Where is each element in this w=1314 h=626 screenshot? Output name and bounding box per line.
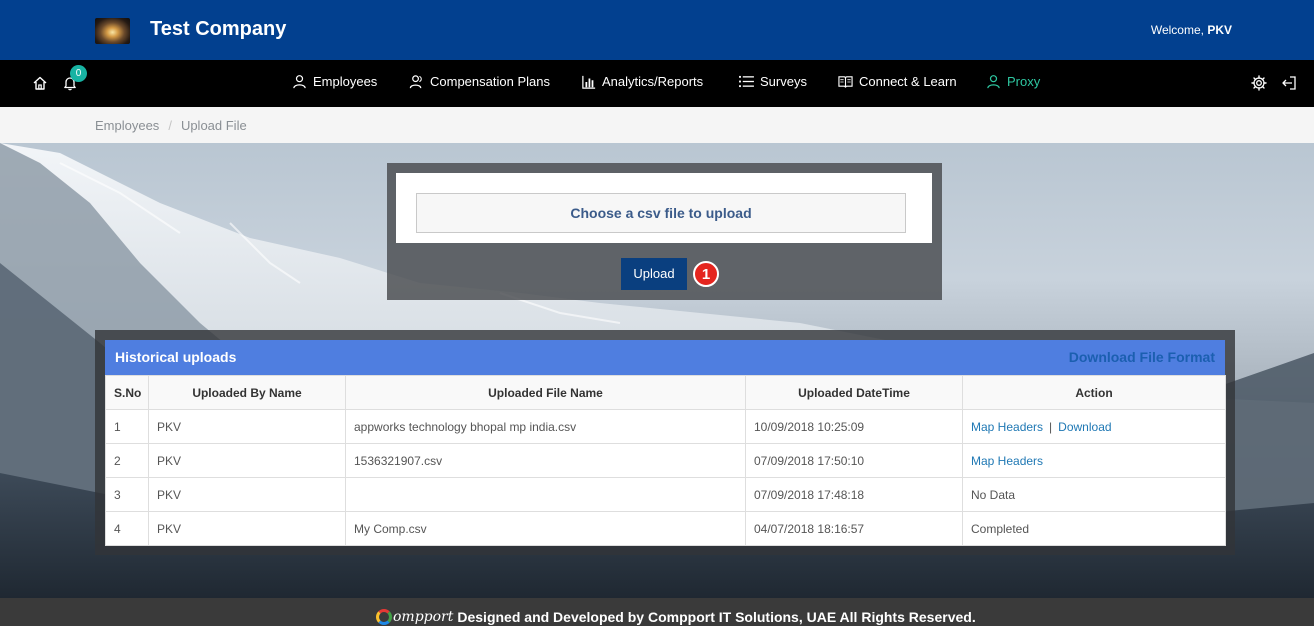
step-badge: 1 [693,261,719,287]
uploads-table: S.No Uploaded By Name Uploaded File Name… [105,375,1226,546]
cell-uploaded-by: PKV [148,409,346,444]
company-name: Test Company [150,18,287,40]
download-file-format-link[interactable]: Download File Format [1069,349,1215,365]
main-navbar: Employees Compensation Plans Analytics/R… [0,60,1314,107]
cell-uploaded-by: PKV [148,443,346,478]
cell-uploaded-by: PKV [148,477,346,512]
table-row: 3 PKV 07/09/2018 17:48:18 No Data [105,477,1226,512]
welcome-prefix: Welcome, [1150,23,1204,37]
cell-uploaded-by: PKV [148,511,346,546]
notification-badge: 0 [70,65,87,82]
nav-analytics-reports-label: Analytics/Reports [602,74,704,89]
historical-uploads-title: Historical uploads [115,349,237,365]
cell-sno: 1 [105,409,149,444]
user-name[interactable]: PKV [1207,23,1232,37]
column-header: Uploaded File Name [345,375,746,410]
action-separator: | [1049,419,1053,434]
upload-inner: Choose a csv file to upload [396,173,932,243]
cell-sno: 2 [105,443,149,478]
cell-file-name: appworks technology bhopal mp india.csv [345,409,746,444]
home-icon[interactable] [30,73,50,93]
historical-uploads-panel: Historical uploads Download File Format … [95,330,1235,555]
map-headers-link[interactable]: Map Headers [971,420,1043,434]
breadcrumb-employees[interactable]: Employees [95,118,159,133]
breadcrumb: Employees / Upload File [95,118,247,133]
cell-datetime: 04/07/2018 18:16:57 [745,511,963,546]
nav-compensation-plans-label: Compensation Plans [430,74,550,89]
footer: ompport Designed and Developed by Comppo… [0,598,1314,626]
cell-datetime: 07/09/2018 17:50:10 [745,443,963,478]
upload-panel: Choose a csv file to upload Upload 1 [387,163,942,300]
cell-file-name: 1536321907.csv [345,443,746,478]
cell-datetime: 07/09/2018 17:48:18 [745,477,963,512]
csv-file-input[interactable]: Choose a csv file to upload [416,193,906,233]
cell-status: Completed [962,511,1226,546]
breadcrumb-bar: Employees / Upload File [0,107,1314,143]
column-header: S.No [105,375,149,410]
users-icon [409,75,422,89]
nav-proxy-label: Proxy [1007,74,1041,89]
nav-employees-label: Employees [313,74,378,89]
compport-logo-text: ompport [393,609,454,625]
cell-file-name: My Comp.csv [345,511,746,546]
upload-button[interactable]: Upload [621,258,687,290]
user-icon [293,75,306,89]
nav-connect-learn[interactable]: Connect & Learn [838,74,957,89]
welcome-text: Welcome, PKV [1151,23,1232,37]
historical-uploads-header: Historical uploads Download File Format [105,340,1225,375]
bar-chart-icon [582,75,596,89]
nav-surveys-label: Surveys [760,74,807,89]
cell-sno: 4 [105,511,149,546]
footer-text: ompport Designed and Developed by Comppo… [376,609,976,625]
table-row: 1 PKV appworks technology bhopal mp indi… [105,409,1226,444]
breadcrumb-separator: / [168,118,172,133]
nav-employees[interactable]: Employees [292,74,377,89]
table-header-row: S.No Uploaded By Name Uploaded File Name… [105,375,1226,410]
cell-datetime: 10/09/2018 10:25:09 [745,409,963,444]
user-icon [987,75,1000,89]
breadcrumb-upload-file: Upload File [180,118,247,133]
map-headers-link[interactable]: Map Headers [971,454,1043,468]
nav-analytics-reports[interactable]: Analytics/Reports [582,74,703,89]
nav-surveys[interactable]: Surveys [739,74,807,89]
cell-status: No Data [962,477,1226,512]
top-header: Test Company Welcome, PKV [0,0,1314,60]
download-link[interactable]: Download [1058,420,1111,434]
column-header: Action [962,375,1226,410]
cell-action: Map Headers [962,443,1226,478]
cell-file-name [345,477,746,512]
company-logo[interactable] [95,18,130,44]
logout-icon[interactable] [1279,73,1299,93]
list-icon [739,75,754,88]
compport-logo-mark [376,609,392,625]
table-row: 2 PKV 1536321907.csv 07/09/2018 17:50:10… [105,443,1226,478]
column-header: Uploaded DateTime [745,375,963,410]
cell-action: Map Headers | Download [962,409,1226,444]
table-row: 4 PKV My Comp.csv 04/07/2018 18:16:57 Co… [105,511,1226,546]
nav-proxy[interactable]: Proxy [986,74,1040,89]
compport-logo: ompport [376,609,453,625]
cell-sno: 3 [105,477,149,512]
footer-copyright: Designed and Developed by Compport IT So… [457,609,976,625]
gear-icon[interactable] [1249,73,1269,93]
column-header: Uploaded By Name [148,375,346,410]
nav-connect-learn-label: Connect & Learn [859,74,957,89]
book-icon [838,75,853,88]
nav-compensation-plans[interactable]: Compensation Plans [409,74,550,89]
